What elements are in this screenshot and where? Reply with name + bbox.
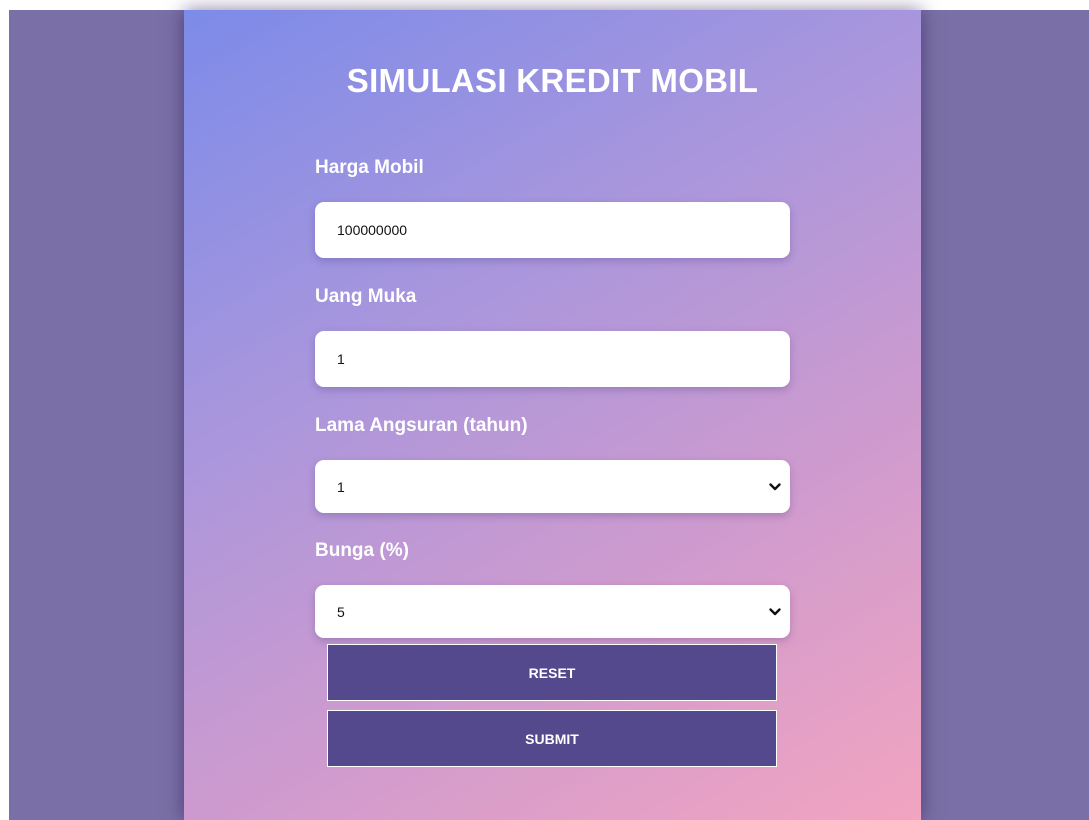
chevron-down-icon bbox=[768, 480, 782, 494]
harga-mobil-label: Harga Mobil bbox=[315, 157, 424, 178]
lama-angsuran-value: 1 bbox=[337, 478, 345, 495]
bunga-value: 5 bbox=[337, 603, 345, 620]
lama-angsuran-select[interactable]: 1 bbox=[315, 460, 790, 513]
uang-muka-value: 1 bbox=[337, 351, 345, 367]
submit-button[interactable]: SUBMIT bbox=[327, 710, 777, 767]
lama-angsuran-label: Lama Angsuran (tahun) bbox=[315, 415, 528, 436]
harga-mobil-input[interactable]: 100000000 bbox=[315, 202, 790, 258]
uang-muka-input[interactable]: 1 bbox=[315, 331, 790, 387]
form-card: SIMULASI KREDIT MOBIL Harga Mobil 100000… bbox=[184, 10, 921, 820]
uang-muka-label: Uang Muka bbox=[315, 286, 417, 307]
page-title: SIMULASI KREDIT MOBIL bbox=[346, 62, 759, 99]
chevron-down-icon bbox=[768, 605, 782, 619]
bunga-select[interactable]: 5 bbox=[315, 585, 790, 638]
harga-mobil-value: 100000000 bbox=[337, 222, 408, 238]
reset-button[interactable]: RESET bbox=[327, 644, 777, 701]
bunga-label: Bunga (%) bbox=[315, 540, 409, 561]
